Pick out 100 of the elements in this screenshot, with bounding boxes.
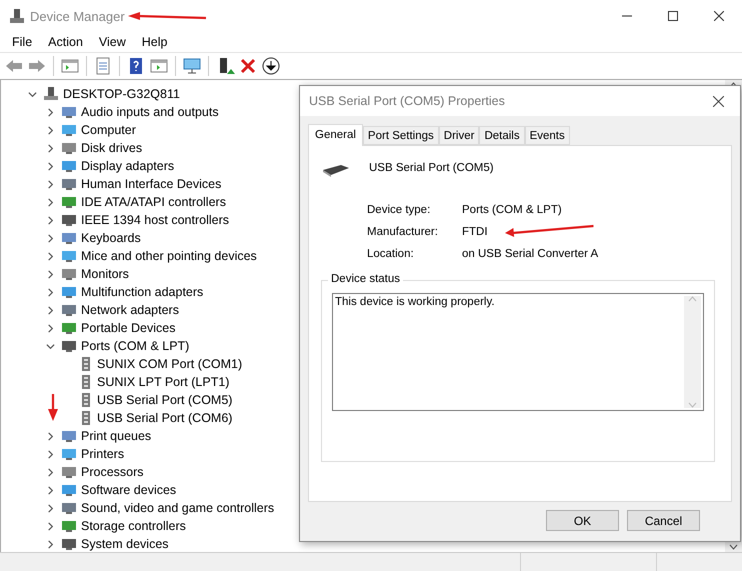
dialog-title: USB Serial Port (COM5) Properties bbox=[309, 94, 505, 108]
expand-chevron-icon[interactable] bbox=[46, 522, 54, 530]
tree-item[interactable]: Multifunction adapters bbox=[81, 285, 204, 299]
tree-item[interactable]: Processors bbox=[81, 465, 144, 479]
tree-item[interactable]: IEEE 1394 host controllers bbox=[81, 213, 229, 227]
expand-chevron-icon[interactable] bbox=[46, 306, 54, 314]
tree-item[interactable]: Display adapters bbox=[81, 159, 174, 173]
device-icon bbox=[61, 338, 77, 354]
expand-chevron-icon[interactable] bbox=[46, 252, 54, 260]
tree-item[interactable]: Keyboards bbox=[81, 231, 141, 245]
computer-icon bbox=[43, 86, 59, 102]
expand-chevron-icon[interactable] bbox=[46, 288, 54, 296]
tree-item[interactable]: Mice and other pointing devices bbox=[81, 249, 257, 263]
expand-chevron-icon[interactable] bbox=[46, 468, 54, 476]
menu-item[interactable]: Help bbox=[134, 35, 176, 49]
tree-item[interactable]: SUNIX LPT Port (LPT1) bbox=[97, 375, 230, 389]
device-icon bbox=[61, 122, 77, 138]
group-title: Device status bbox=[328, 273, 404, 285]
close-icon[interactable] bbox=[714, 11, 724, 21]
expand-chevron-icon[interactable] bbox=[46, 450, 54, 458]
expand-chevron-icon[interactable] bbox=[46, 432, 54, 440]
expand-chevron-icon[interactable] bbox=[46, 270, 54, 278]
tab[interactable]: Driver bbox=[438, 126, 480, 145]
dialog-button[interactable]: OK bbox=[546, 510, 619, 531]
tree-item[interactable]: Sound, video and game controllers bbox=[81, 501, 274, 515]
annotation-arrow bbox=[48, 394, 58, 421]
dialog-button[interactable]: Cancel bbox=[627, 510, 700, 531]
property-label: Device type: bbox=[367, 204, 430, 216]
expand-chevron-icon[interactable] bbox=[46, 144, 54, 152]
uninstall-icon[interactable] bbox=[238, 56, 258, 76]
maximize-icon[interactable] bbox=[668, 11, 678, 21]
tab[interactable]: Events bbox=[524, 126, 570, 145]
port-icon bbox=[79, 374, 93, 390]
collapse-chevron-icon[interactable] bbox=[28, 90, 36, 98]
device-icon bbox=[61, 104, 77, 120]
tree-item[interactable]: USB Serial Port (COM5) bbox=[97, 393, 232, 407]
tree-item[interactable]: System devices bbox=[81, 537, 169, 551]
device-icon bbox=[61, 536, 77, 552]
property-value: FTDI bbox=[462, 226, 488, 238]
tree-item[interactable]: Software devices bbox=[81, 483, 176, 497]
tree-item[interactable]: IDE ATA/ATAPI controllers bbox=[81, 195, 226, 209]
device-name: USB Serial Port (COM5) bbox=[369, 162, 494, 174]
expand-chevron-icon[interactable] bbox=[46, 486, 54, 494]
tab[interactable]: Details bbox=[479, 126, 525, 145]
tree-item[interactable]: SUNIX COM Port (COM1) bbox=[97, 357, 242, 371]
expand-chevron-icon[interactable] bbox=[46, 216, 54, 224]
menu-item[interactable]: View bbox=[90, 35, 134, 49]
expand-chevron-icon[interactable] bbox=[46, 126, 54, 134]
device-icon bbox=[61, 140, 77, 156]
port-icon bbox=[79, 392, 93, 408]
close-icon[interactable] bbox=[713, 96, 724, 106]
tree-item[interactable]: Network adapters bbox=[81, 303, 179, 317]
menu-item[interactable]: File bbox=[4, 35, 40, 49]
device-icon bbox=[61, 428, 77, 444]
tree-item[interactable]: Computer bbox=[81, 123, 136, 137]
property-value: on USB Serial Converter A bbox=[462, 248, 598, 260]
tree-item[interactable]: Storage controllers bbox=[81, 519, 186, 533]
device-icon bbox=[61, 284, 77, 300]
monitor-scan-icon[interactable] bbox=[182, 56, 202, 76]
device-icon bbox=[61, 446, 77, 462]
device-icon bbox=[61, 230, 77, 246]
expand-chevron-icon[interactable] bbox=[46, 198, 54, 206]
serial-port-icon bbox=[321, 162, 351, 178]
tree-item[interactable]: Print queues bbox=[81, 429, 152, 443]
property-label: Location: bbox=[367, 248, 414, 260]
expand-chevron-icon[interactable] bbox=[46, 234, 54, 242]
tree-item[interactable]: Printers bbox=[81, 447, 124, 461]
tree-item[interactable]: Audio inputs and outputs bbox=[81, 105, 219, 119]
device-icon bbox=[61, 248, 77, 264]
tree-item[interactable]: Portable Devices bbox=[81, 321, 176, 335]
port-icon bbox=[79, 356, 93, 372]
window-title: Device Manager bbox=[30, 8, 125, 24]
device-icon bbox=[61, 500, 77, 516]
collapse-chevron-icon[interactable] bbox=[46, 342, 54, 350]
expand-chevron-icon[interactable] bbox=[46, 504, 54, 512]
tree-item[interactable]: Human Interface Devices bbox=[81, 177, 222, 191]
scroll-down-icon[interactable] bbox=[729, 544, 738, 550]
tab[interactable]: Port Settings bbox=[362, 126, 439, 145]
device-icon bbox=[61, 320, 77, 336]
download-circle-icon[interactable] bbox=[261, 56, 281, 76]
tree-item[interactable]: DESKTOP-G32Q811 bbox=[63, 87, 180, 101]
device-icon bbox=[61, 176, 77, 192]
expand-chevron-icon[interactable] bbox=[46, 162, 54, 170]
tree-item[interactable]: Ports (COM & LPT) bbox=[81, 339, 190, 353]
tab[interactable]: General bbox=[308, 124, 363, 146]
app-icon bbox=[10, 8, 24, 24]
expand-chevron-icon[interactable] bbox=[46, 108, 54, 116]
device-icon bbox=[61, 482, 77, 498]
property-label: Manufacturer: bbox=[367, 226, 438, 238]
device-icon bbox=[61, 266, 77, 282]
tree-item[interactable]: USB Serial Port (COM6) bbox=[97, 411, 232, 425]
menu-item[interactable]: Action bbox=[40, 35, 91, 49]
tree-item[interactable]: Disk drives bbox=[81, 141, 142, 155]
expand-chevron-icon[interactable] bbox=[46, 540, 54, 548]
tree-item[interactable]: Monitors bbox=[81, 267, 129, 281]
expand-chevron-icon[interactable] bbox=[46, 324, 54, 332]
device-icon bbox=[61, 194, 77, 210]
device-icon bbox=[61, 302, 77, 318]
expand-chevron-icon[interactable] bbox=[46, 180, 54, 188]
port-icon bbox=[79, 410, 93, 426]
